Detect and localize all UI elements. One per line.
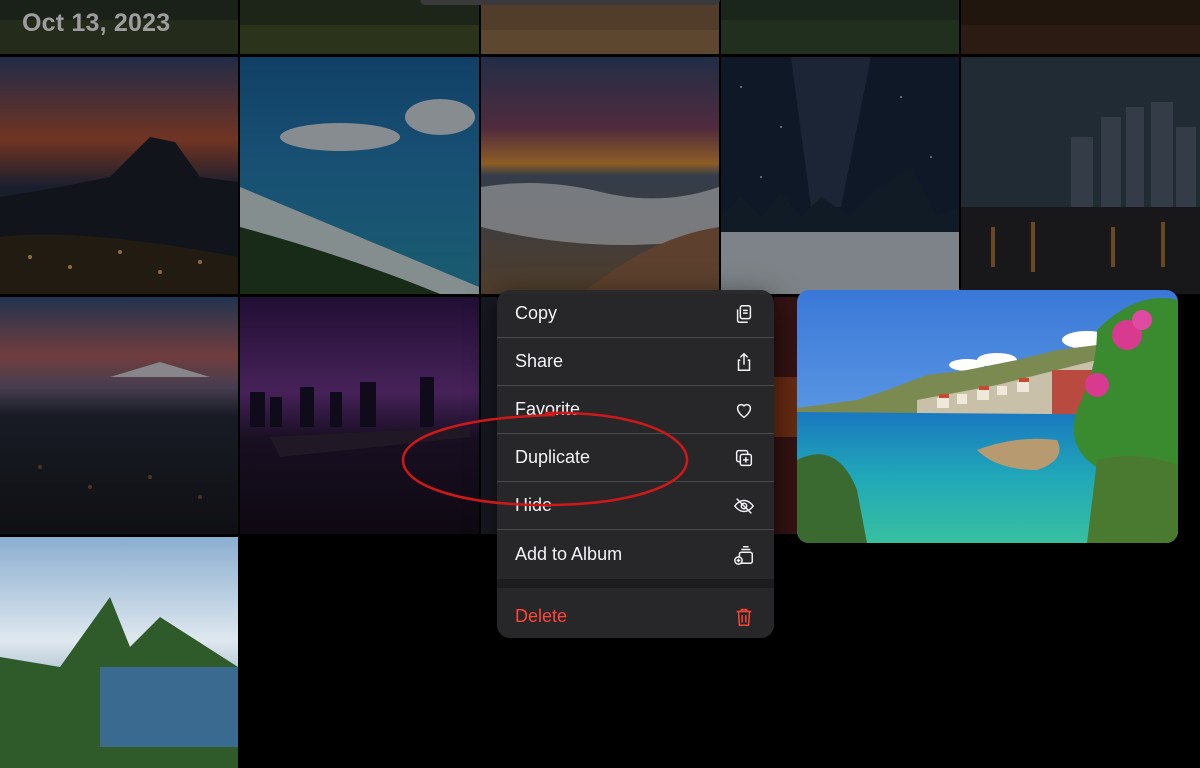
photo-thumbnail[interactable] — [721, 0, 959, 54]
menu-item-hide[interactable]: Hide — [497, 482, 774, 530]
photo-thumbnail[interactable] — [961, 0, 1200, 54]
context-menu: Copy Share Favorite Duplicate Hide Add t… — [497, 290, 774, 638]
menu-item-label: Hide — [515, 495, 553, 515]
menu-item-label: Delete — [515, 606, 568, 626]
photo-thumbnail[interactable] — [0, 537, 238, 768]
photo-thumbnail[interactable] — [481, 0, 719, 54]
photo-thumbnail[interactable] — [240, 297, 479, 534]
toolbar-pill — [420, 0, 720, 5]
menu-item-delete[interactable]: Delete — [497, 588, 774, 638]
photo-thumbnail[interactable] — [774, 297, 797, 534]
menu-item-label: Duplicate — [515, 447, 591, 467]
duplicate-icon — [732, 446, 756, 470]
photo-preview[interactable] — [797, 290, 1178, 543]
heart-icon — [732, 398, 756, 422]
menu-item-share[interactable]: Share — [497, 338, 774, 386]
share-icon — [732, 350, 756, 374]
add-to-album-icon — [732, 543, 756, 567]
photo-thumbnail[interactable] — [481, 57, 719, 294]
menu-item-favorite[interactable]: Favorite — [497, 386, 774, 434]
photo-thumbnail[interactable] — [240, 57, 479, 294]
copy-icon — [732, 302, 756, 326]
eye-slash-icon — [732, 494, 756, 518]
photo-thumbnail[interactable] — [240, 0, 479, 54]
menu-item-label: Copy — [515, 303, 558, 323]
trash-icon — [732, 605, 756, 629]
menu-item-label: Favorite — [515, 399, 581, 419]
menu-separator — [497, 579, 774, 588]
photo-thumbnail[interactable] — [0, 57, 238, 294]
photo-thumbnail[interactable] — [721, 57, 959, 294]
menu-item-add-to-album[interactable]: Add to Album — [497, 530, 774, 579]
menu-item-label: Share — [515, 351, 564, 371]
photo-thumbnail[interactable] — [961, 57, 1200, 294]
menu-item-duplicate[interactable]: Duplicate — [497, 434, 774, 482]
photo-thumbnail[interactable] — [0, 297, 238, 534]
menu-item-label: Add to Album — [515, 544, 623, 564]
date-header: Oct 13, 2023 — [22, 9, 171, 37]
photo-thumbnail[interactable] — [481, 297, 497, 534]
menu-item-copy[interactable]: Copy — [497, 290, 774, 338]
